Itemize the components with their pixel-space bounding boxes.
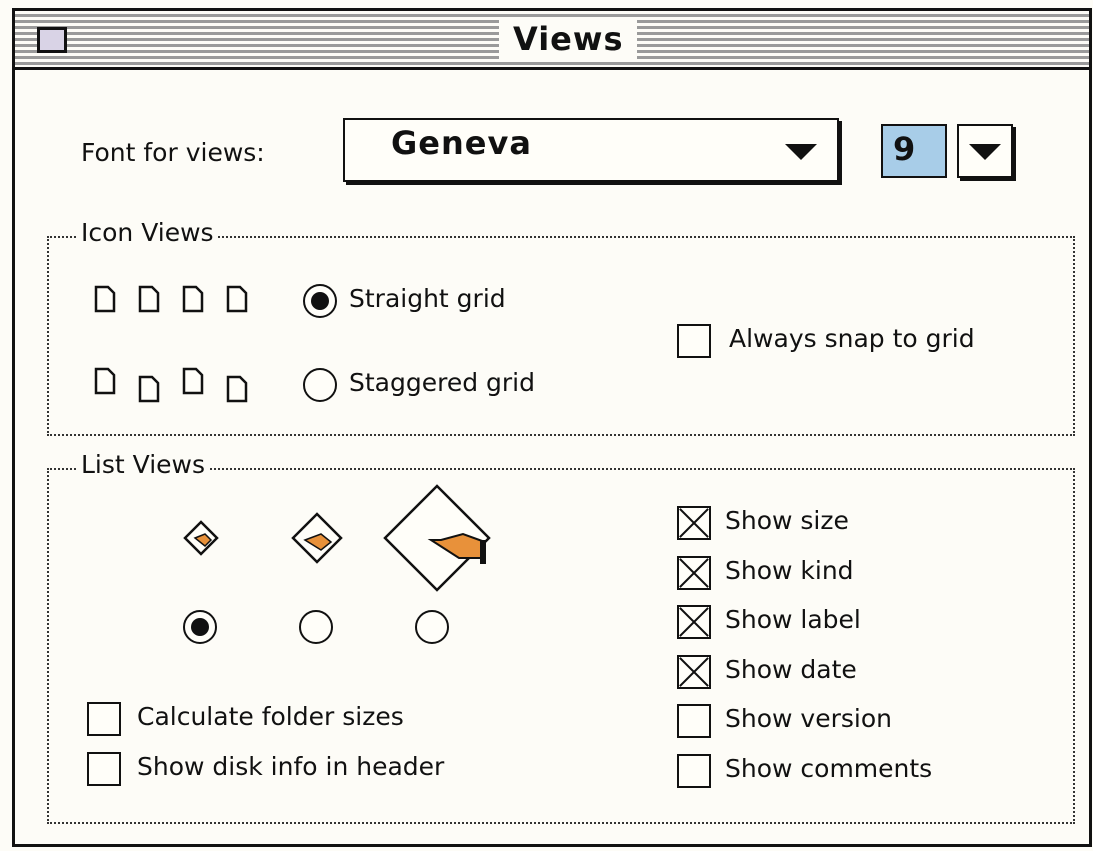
snap-to-grid-checkbox[interactable] [677,324,711,358]
small-icon-radio[interactable] [183,610,217,644]
font-family-value: Geneva [391,124,532,162]
show-option-checkbox[interactable] [677,704,711,738]
calc-folder-sizes-checkbox[interactable] [87,702,121,736]
font-label: Font for views: [81,138,265,167]
large-icon-radio[interactable] [415,610,449,644]
show-option-checkbox[interactable] [677,753,711,788]
medium-icon-radio[interactable] [299,610,333,644]
title-bar[interactable]: Views [15,8,1089,70]
staggered-grid-label: Staggered grid [349,368,535,397]
snap-to-grid-label: Always snap to grid [729,324,975,353]
doc-icon [226,375,248,403]
views-window: Views Font for views: Geneva 9 Icon View… [12,8,1092,847]
straight-grid-label: Straight grid [349,284,506,313]
font-popup[interactable]: Geneva [343,118,839,182]
doc-icon [182,367,204,395]
straight-grid-radio[interactable] [303,284,337,318]
staggered-grid-radio[interactable] [303,368,337,402]
show-option-checkbox[interactable] [677,654,711,689]
list-size-icons [183,484,491,592]
window-title: Views [499,19,638,59]
show-option-label: Show size [725,506,849,535]
show-option-label: Show kind [725,555,854,585]
calc-folder-sizes-label: Calculate folder sizes [137,702,404,731]
doc-icon [94,285,116,313]
close-box[interactable] [37,27,67,53]
show-option-label: Show version [725,704,892,733]
show-option-label: Show date [725,654,857,684]
doc-icon [94,367,116,395]
doc-icon [182,285,204,313]
doc-icon [138,285,160,313]
doc-icon [226,285,248,313]
disk-info-checkbox[interactable] [87,752,121,786]
show-option-label: Show label [725,605,861,634]
font-size-popup[interactable] [957,124,1013,178]
font-size-field[interactable]: 9 [881,124,947,178]
disk-info-label: Show disk info in header [137,752,445,781]
show-option-checkbox[interactable] [677,555,711,590]
show-option-label: Show comments [725,753,933,783]
grid-icons [94,285,248,403]
chevron-down-icon [785,144,817,160]
list-views-label: List Views [77,450,209,479]
show-option-checkbox[interactable] [677,605,711,639]
icon-views-label: Icon Views [77,218,218,247]
chevron-down-icon [969,144,1001,160]
font-size-value: 9 [893,130,916,168]
doc-icon [138,375,160,403]
show-option-checkbox[interactable] [677,506,711,540]
